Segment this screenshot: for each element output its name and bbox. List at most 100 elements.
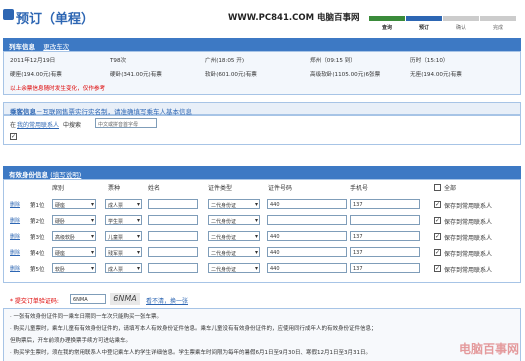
save-contact-checkbox[interactable]: ✓ [434, 201, 441, 208]
id-info-title: 有效身份信息 [9, 171, 48, 179]
id-info-header: 有效身份信息 (填写说明) [3, 166, 521, 179]
ticket-type-select[interactable]: 残军票 [105, 247, 142, 257]
phone-input[interactable]: 137 [350, 247, 420, 257]
contact-search-input[interactable]: 中文或拼音首字母 [95, 118, 157, 128]
ticket-type-select[interactable]: 学生票 [105, 215, 142, 225]
save-contact-label: 保存到常用联系人 [444, 203, 493, 210]
seat-class-select[interactable]: 硬座 [52, 247, 96, 257]
train-date: 2011年12月19日 [10, 58, 56, 64]
train-info-title: 列车信息 [9, 43, 35, 51]
name-input[interactable] [148, 247, 198, 257]
save-contact-label: 保存到常用联系人 [444, 235, 493, 242]
col-id-type: 证件类型 [208, 185, 233, 192]
id-type-select[interactable]: 二代身份证 [208, 231, 260, 241]
save-contact-label: 保存到常用联系人 [444, 251, 493, 258]
refresh-captcha-link[interactable]: 看不清，换一张 [146, 296, 188, 305]
col-ticket-type: 票种 [108, 185, 121, 192]
id-type-select[interactable]: 二代身份证 [208, 263, 260, 273]
search-prefix: 在 [10, 122, 17, 129]
save-contact-label: 保存到常用联系人 [444, 219, 493, 226]
ticket-icon [3, 9, 14, 20]
availability-note: 以上余票信息随时发生变化，仅作参考 [10, 86, 106, 92]
save-contact-checkbox[interactable]: ✓ [434, 217, 441, 224]
col-seat-class: 席别 [52, 185, 65, 192]
seat-position: 第1位 [30, 203, 45, 209]
save-contact-checkbox[interactable]: ✓ [434, 249, 441, 256]
step-query: 查询 [381, 25, 392, 31]
search-suffix: 中搜索 [63, 122, 82, 129]
ticket-type-select[interactable]: 儿童票 [105, 231, 142, 241]
phone-input[interactable] [350, 215, 420, 225]
seat-position: 第4位 [30, 251, 45, 257]
id-number-input[interactable]: 440 [267, 247, 347, 257]
id-number-input[interactable]: 440 [267, 231, 347, 241]
captcha-input[interactable]: 6NMA [70, 294, 106, 304]
seat-position: 第2位 [30, 219, 45, 225]
step-book: 预订 [418, 25, 429, 31]
id-type-select[interactable]: 二代身份证 [208, 215, 260, 225]
id-number-input[interactable]: 440 [267, 199, 347, 209]
step-bar-query [369, 16, 405, 21]
id-type-select[interactable]: 二代身份证 [208, 199, 260, 209]
col-select-all: 全部 [444, 185, 457, 192]
id-number-input[interactable]: 440 [267, 263, 347, 273]
seat-position: 第3位 [30, 235, 45, 241]
contacts-link[interactable]: 我的常用联系人 [17, 120, 59, 129]
seat-class-select[interactable]: 硬座 [52, 199, 96, 209]
delete-row-link[interactable]: 删除 [10, 265, 20, 272]
page-title: 预订（单程） [16, 12, 95, 27]
save-contact-checkbox[interactable]: ✓ [434, 233, 441, 240]
select-contact-checkbox[interactable]: ✓ [10, 133, 17, 140]
ticket-type-select[interactable]: 成人票 [105, 199, 142, 209]
price-hard-seat: 硬座(194.00元)有票 [10, 72, 62, 78]
delete-row-link[interactable]: 删除 [10, 249, 20, 256]
seat-position: 第5位 [30, 267, 45, 273]
passenger-info-header: 乘客信息－互联网售票实行实名制，请准确填写乘车人基本信息 [3, 102, 521, 116]
step-bar-confirm [443, 16, 479, 21]
train-to: 郑州（09:15 到） [310, 58, 356, 64]
progress-steps: 查询 预订 确认 完成 [369, 10, 519, 31]
select-all-checkbox[interactable] [434, 184, 441, 191]
train-duration: 历时（15:10） [410, 58, 449, 64]
id-number-input[interactable] [267, 215, 347, 225]
price-hard-sleeper: 硬卧(341.00元)有票 [110, 72, 162, 78]
name-input[interactable] [148, 231, 198, 241]
train-number: T98次 [110, 58, 127, 64]
fill-instructions-link[interactable]: (填写说明) [50, 171, 81, 179]
delete-row-link[interactable]: 删除 [10, 201, 20, 208]
price-no-seat: 无座(194.00元)有票 [410, 72, 462, 78]
phone-input[interactable]: 137 [350, 231, 420, 241]
name-input[interactable] [148, 263, 198, 273]
price-soft-sleeper: 软卧(601.00元)有票 [205, 72, 257, 78]
step-confirm: 确认 [455, 25, 466, 31]
save-contact-label: 保存到常用联系人 [444, 267, 493, 274]
name-input[interactable] [148, 199, 198, 209]
watermark: 电脑百事网 [458, 342, 519, 356]
col-name: 姓名 [148, 185, 161, 192]
seat-class-select[interactable]: 软卧 [52, 263, 96, 273]
change-train-link[interactable]: 更改车次 [43, 43, 69, 51]
delete-row-link[interactable]: 删除 [10, 233, 20, 240]
id-type-select[interactable]: 二代身份证 [208, 247, 260, 257]
seat-class-select[interactable]: 高级软卧 [52, 231, 96, 241]
delete-row-link[interactable]: 删除 [10, 217, 20, 224]
name-input[interactable] [148, 215, 198, 225]
seat-class-select[interactable]: 硬卧 [52, 215, 96, 225]
save-contact-checkbox[interactable]: ✓ [434, 265, 441, 272]
captcha-label: * 提交订单验证码: [10, 298, 59, 305]
ticket-type-select[interactable]: 成人票 [105, 263, 142, 273]
site-name: WWW.PC841.COM 电脑百事网 [228, 13, 360, 23]
note-line: · 购买学生票时，须在我的常用联系人中登记乘车人的学生详细信息。学生票乘车时间限… [10, 350, 371, 356]
note-line: 但购票后，开车前须办理换票手续方可进站乘车。 [10, 338, 132, 344]
train-from: 广州(18:05 开) [205, 58, 245, 64]
phone-input[interactable]: 137 [350, 199, 420, 209]
phone-input[interactable]: 137 [350, 263, 420, 273]
col-phone: 手机号 [350, 185, 369, 192]
note-line: · 一张有效身份证件同一乘车日期同一车次只能购买一张车票。 [10, 314, 162, 320]
step-bar-done [480, 16, 516, 21]
train-info-header: 列车信息 更改车次 [3, 38, 521, 51]
captcha-image: 6NMA [110, 293, 140, 305]
col-id-number: 证件号码 [268, 185, 293, 192]
page-header: 预订（单程） WWW.PC841.COM 电脑百事网 查询 预订 确认 完成 [0, 0, 525, 34]
step-bar-book [406, 16, 442, 21]
